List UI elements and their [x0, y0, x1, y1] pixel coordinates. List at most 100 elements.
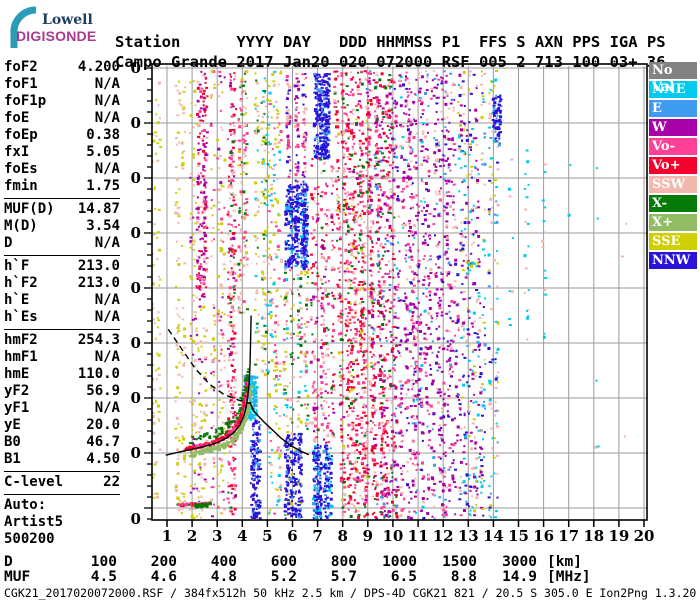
param-value: 20.0 [86, 417, 120, 433]
param-label: fmin [4, 178, 38, 194]
param-row-500200: 500200 [4, 531, 120, 548]
footer-cell: 5.2 [270, 569, 297, 585]
param-row-hmf1: hmF1 N/A [4, 349, 120, 366]
legend-item-nne: NNE [649, 81, 697, 98]
param-label: h`E [4, 292, 30, 308]
ionogram-canvas: 1234567891011121314151617181920900800700… [110, 59, 655, 545]
ionogram-screen: Lowell DIGISONDE Station YYYY DAY DDD HH… [0, 0, 700, 600]
panel-divider [4, 255, 120, 256]
legend-item-x-: X- [649, 195, 697, 212]
param-row-fxi: fxI 5.05 [4, 144, 120, 161]
param-label: foF2 [4, 59, 38, 75]
d-muf-table: D 100 200 400 600 800 1000 1500 3000 [km] MUF 4.5 4.… [4, 555, 591, 585]
param-label: hmF2 [4, 332, 38, 348]
param-row-mufd: MUF(D) 14.87 [4, 201, 120, 218]
param-label: M(D) [4, 218, 38, 234]
param-row-artist5: Artist5 [4, 514, 120, 531]
param-label: hmF1 [4, 349, 38, 365]
param-label: h`F [4, 258, 30, 274]
footer-cell: 400 [210, 554, 237, 570]
param-row-fof2: foF2 4.200 [4, 59, 120, 76]
param-row-b0: B0 46.7 [4, 434, 120, 451]
footer-row-label: D [4, 554, 13, 570]
param-row-ye: yE 20.0 [4, 417, 120, 434]
param-value: N/A [94, 235, 120, 251]
param-label: fxI [4, 144, 30, 160]
param-value: 213.0 [77, 275, 120, 291]
footer-cell: 4.8 [210, 569, 237, 585]
param-row-he: h`E N/A [4, 292, 120, 309]
param-label: B1 [4, 451, 21, 467]
param-value: 0.38 [86, 127, 120, 143]
param-label: 500200 [4, 531, 55, 547]
footer-cell: 4.6 [150, 569, 177, 585]
legend-item-e: E [649, 100, 697, 117]
lowell-digisonde-logo: Lowell DIGISONDE [6, 4, 116, 52]
footer-cell: 600 [270, 554, 297, 570]
param-row-yf1: yF1 N/A [4, 400, 120, 417]
footer-unit: [MHz] [547, 569, 591, 585]
param-value: 1.75 [86, 178, 120, 194]
legend-item-noval: No Val [649, 62, 697, 95]
param-label: foF1 [4, 76, 38, 92]
param-value: N/A [94, 349, 120, 365]
footer-cell: 800 [330, 554, 357, 570]
param-value: 22 [103, 474, 120, 490]
param-value: 110.0 [77, 366, 120, 382]
param-value: N/A [94, 309, 120, 325]
param-value: N/A [94, 93, 120, 109]
footer-cell: 5.7 [330, 569, 357, 585]
param-label: yF1 [4, 400, 30, 416]
file-info-line: CGK21_2017020072000.RSF / 384fx512h 50 k… [4, 586, 697, 600]
param-label: foF1p [4, 93, 47, 109]
legend-item-vo+: Vo+ [649, 157, 697, 174]
footer-cell: 6.5 [390, 569, 417, 585]
param-row-clevel: C-level 22 [4, 474, 120, 491]
param-row-yf2: yF2 56.9 [4, 383, 120, 400]
footer-row-label: MUF [4, 569, 31, 585]
footer-cell: 1000 [382, 554, 417, 570]
param-row-hes: h`Es N/A [4, 309, 120, 326]
param-value: 14.87 [77, 201, 120, 217]
param-value: 213.0 [77, 258, 120, 274]
logo-text-digisonde: DIGISONDE [16, 28, 97, 44]
param-value: 4.200 [77, 59, 120, 75]
footer-row-d: D 100 200 400 600 800 1000 1500 3000 [km] [4, 555, 591, 570]
param-row-fof1p: foF1p N/A [4, 93, 120, 110]
param-label: foE [4, 110, 30, 126]
legend-item-nnw: NNW [649, 252, 697, 269]
param-row-fmin: fmin 1.75 [4, 178, 120, 195]
param-row-hf: h`F 213.0 [4, 258, 120, 275]
param-label: h`F2 [4, 275, 38, 291]
panel-divider [4, 471, 120, 472]
footer-cell: 3000 [502, 554, 537, 570]
param-label: C-level [4, 474, 64, 490]
param-row-fof1: foF1 N/A [4, 76, 120, 93]
param-label: foEp [4, 127, 38, 143]
param-row-hf2: h`F2 213.0 [4, 275, 120, 292]
param-row-md: M(D) 3.54 [4, 218, 120, 235]
ionogram-plot: 1234567891011121314151617181920900800700… [110, 58, 690, 554]
footer-cell: 200 [150, 554, 177, 570]
param-label: hmE [4, 366, 30, 382]
param-label: h`Es [4, 309, 38, 325]
param-label: Auto: [4, 497, 47, 513]
param-value: 3.54 [86, 218, 120, 234]
param-value: 4.50 [86, 451, 120, 467]
param-value: N/A [94, 76, 120, 92]
footer-cell: 4.5 [90, 569, 117, 585]
param-value: N/A [94, 110, 120, 126]
param-value: 46.7 [86, 434, 120, 450]
param-value: N/A [94, 161, 120, 177]
footer-cell: 1500 [442, 554, 477, 570]
param-value: N/A [94, 292, 120, 308]
logo-text-lowell: Lowell [42, 12, 93, 28]
param-row-auto: Auto: [4, 497, 120, 514]
param-row-foes: foEs N/A [4, 161, 120, 178]
param-label: foEs [4, 161, 38, 177]
param-label: MUF(D) [4, 201, 55, 217]
panel-divider [4, 198, 120, 199]
param-row-hme: hmE 110.0 [4, 366, 120, 383]
footer-row-muf: MUF 4.5 4.6 4.8 5.2 5.7 6.5 8.8 14.9 [MHz] [4, 570, 591, 585]
panel-divider [4, 329, 120, 330]
